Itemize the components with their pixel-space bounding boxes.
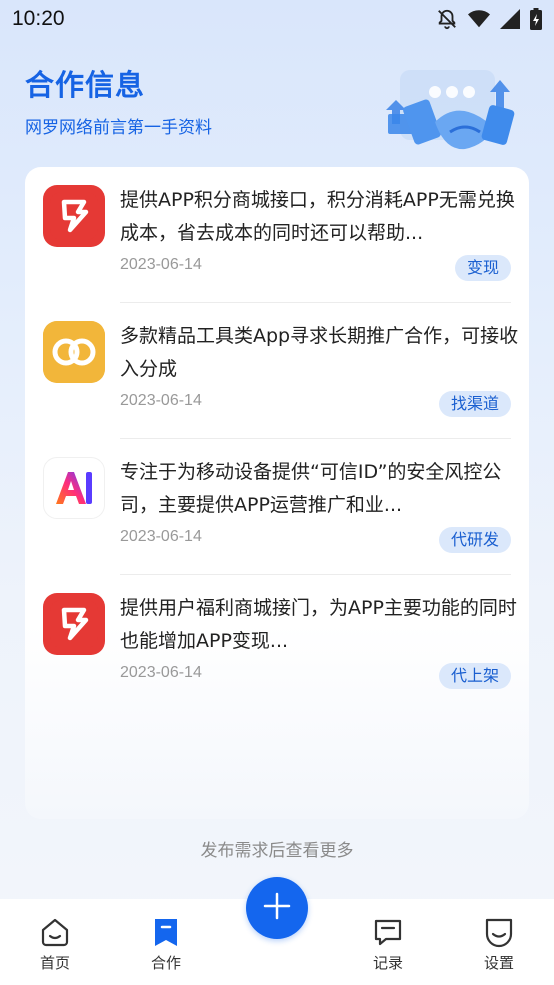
nav-label-records: 记录: [372, 954, 403, 972]
item-title: 提供APP积分商城接口，积分消耗APP无需兑换成本，省去成本的同时还可以帮助..…: [120, 189, 515, 244]
item-title: 专注于为移动设备提供“可信ID”的安全风控公司，主要提供APP运营推广和业...: [120, 461, 502, 516]
list-item[interactable]: 提供用户福利商城接门，为APP主要功能的同时也能增加APP变现... 2023-…: [25, 575, 529, 711]
handshake-illustration: [380, 62, 530, 172]
red-logo-icon: [43, 185, 105, 247]
nav-label-settings: 设置: [483, 954, 514, 972]
status-bar: 10:20: [0, 0, 554, 38]
item-date: 2023-06-14: [120, 392, 202, 409]
item-date: 2023-06-14: [120, 528, 202, 545]
more-hint-text: 发布需求后查看更多: [200, 841, 354, 861]
item-date: 2023-06-14: [120, 256, 202, 273]
status-icons: [436, 8, 542, 30]
list-item[interactable]: 提供APP积分商城接口，积分消耗APP无需兑换成本，省去成本的同时还可以帮助..…: [25, 167, 529, 303]
battery-charging-icon: [530, 8, 542, 30]
nav-item-records[interactable]: 记录: [348, 899, 428, 985]
page-title: 合作信息: [25, 68, 146, 102]
red-logo-icon: [43, 593, 105, 655]
list-item[interactable]: 多款精品工具类App寻求长期推广合作，可接收入分成 2023-06-14 找渠道: [25, 303, 529, 439]
item-tag: 找渠道: [438, 391, 511, 417]
publish-fab-button[interactable]: [246, 877, 308, 939]
item-tag: 变现: [454, 255, 511, 281]
status-time: 10:20: [12, 7, 65, 30]
notifications-off-icon: [436, 8, 458, 30]
nav-label-cooperation: 合作: [150, 954, 181, 972]
signal-icon: [500, 9, 520, 29]
infinity-logo-icon: [43, 321, 105, 383]
page-subtitle: 网罗网络前言第一手资料: [25, 118, 212, 138]
list-item[interactable]: 专注于为移动设备提供“可信ID”的安全风控公司，主要提供APP运营推广和业...…: [25, 439, 529, 575]
item-date: 2023-06-14: [120, 664, 202, 681]
item-title: 提供用户福利商城接门，为APP主要功能的同时也能增加APP变现...: [120, 597, 517, 652]
item-tag: 代上架: [438, 663, 511, 689]
nav-item-cooperation[interactable]: 合作: [126, 899, 206, 985]
cooperation-list-card: 提供APP积分商城接口，积分消耗APP无需兑换成本，省去成本的同时还可以帮助..…: [25, 167, 529, 819]
plus-icon: [261, 890, 293, 926]
nav-label-home: 首页: [39, 954, 70, 972]
ai-logo-icon: [43, 457, 105, 519]
item-tag: 代研发: [438, 527, 511, 553]
nav-item-home[interactable]: 首页: [15, 899, 95, 985]
wifi-icon: [468, 9, 490, 29]
item-title: 多款精品工具类App寻求长期推广合作，可接收入分成: [120, 325, 519, 380]
nav-item-settings[interactable]: 设置: [459, 899, 539, 985]
